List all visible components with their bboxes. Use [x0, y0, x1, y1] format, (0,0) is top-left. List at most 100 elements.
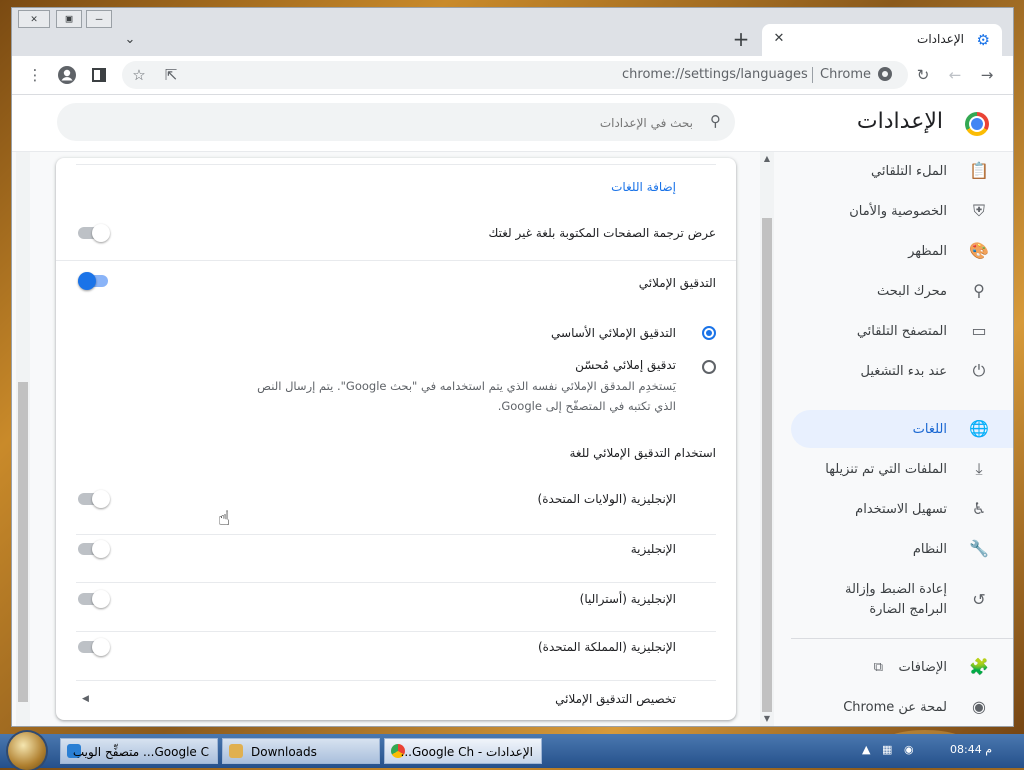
menu-button[interactable]: ⋮: [24, 64, 46, 86]
left-scrollbar[interactable]: [16, 152, 30, 726]
taskbar-item-settings[interactable]: الإعدادات - Google Ch...: [384, 738, 542, 764]
sidebar-item-accessibility[interactable]: ♿ تسهيل الاستخدام: [791, 490, 1013, 528]
content-scrollbar[interactable]: ▲ ▼: [760, 152, 774, 726]
sidebar-item-downloads[interactable]: ⤓ الملفات التي تم تنزيلها: [791, 450, 1013, 488]
spell-check-toggle[interactable]: [78, 272, 110, 290]
customize-spell-check-row[interactable]: تخصيص التدقيق الإملائي ◀: [56, 686, 736, 720]
profile-button[interactable]: [56, 64, 78, 86]
scrollbar-thumb[interactable]: [762, 218, 772, 712]
search-input[interactable]: [91, 112, 695, 134]
browser-toolbar: ⋮ ☆ ⇱ chrome://settings/languages Chrome…: [12, 56, 1013, 95]
sidebar-item-label: عند بدء التشغيل: [860, 363, 947, 379]
taskbar: Google C... متصفِّح الويب Downloads الإع…: [0, 732, 1024, 770]
spell-language-toggle[interactable]: [78, 590, 110, 608]
chrome-icon: [878, 67, 892, 81]
spell-check-languages-heading: استخدام التدقيق الإملائي للغة: [569, 446, 717, 460]
power-icon: ⏻: [972, 361, 986, 380]
spell-language-row[interactable]: الإنجليزية (أستراليا): [56, 584, 736, 632]
sidebar-item-system[interactable]: 🔧 النظام: [791, 530, 1013, 568]
close-window-button[interactable]: ✕: [18, 10, 50, 28]
divider: [76, 582, 716, 583]
maximize-window-button[interactable]: ▣: [56, 10, 82, 28]
network-icon[interactable]: ▦: [882, 743, 892, 756]
new-tab-button[interactable]: +: [730, 29, 752, 51]
task-label: Google C... متصفِّح الويب: [72, 745, 209, 759]
scrollbar-thumb[interactable]: [18, 382, 28, 702]
side-panel-button[interactable]: [88, 64, 110, 86]
tab-settings[interactable]: ⚙ الإعدادات ✕: [762, 24, 1002, 56]
sidebar-item-label: الملء التلقائي: [871, 163, 947, 179]
minimize-window-button[interactable]: —: [86, 10, 112, 28]
restore-icon: ↺: [972, 590, 986, 609]
spell-check-row[interactable]: التدقيق الإملائي: [56, 270, 736, 310]
scroll-up-arrow[interactable]: ▲: [762, 154, 772, 163]
spell-check-label: التدقيق الإملائي: [638, 276, 716, 290]
spell-language-row[interactable]: الإنجليزية: [56, 536, 736, 584]
spell-language-toggle[interactable]: [78, 540, 110, 558]
chrome-icon: ◉: [972, 697, 986, 716]
taskbar-item-browser[interactable]: Google C... متصفِّح الويب: [60, 738, 218, 764]
browser-window: ✕ ▣ — ⌄ + ⚙ الإعدادات ✕ ⋮ ☆ ⇱ chrome://s…: [12, 8, 1013, 726]
sidebar-item-appearance[interactable]: 🎨 المظهر: [791, 232, 1013, 270]
search-icon: ⚲: [710, 112, 721, 130]
enhanced-spell-check-option[interactable]: تدقيق إملائي مُحسّن يَستخدِم المدقق الإم…: [56, 356, 736, 420]
sidebar-item-extensions[interactable]: 🧩 الإضافات ⧉: [791, 648, 1013, 686]
settings-sidebar: 📋 الملء التلقائي ⛨ الخصوصية والأمان 🎨 ال…: [778, 152, 1013, 726]
sidebar-item-autofill[interactable]: 📋 الملء التلقائي: [791, 152, 1013, 190]
enhanced-spell-check-radio[interactable]: [702, 360, 716, 374]
volume-icon[interactable]: ◉: [904, 743, 914, 756]
open-in-new-icon: ⧉: [873, 659, 883, 675]
divider: [76, 164, 716, 165]
omnibox[interactable]: ☆ ⇱ chrome://settings/languages Chrome: [122, 61, 908, 89]
sidebar-item-label: المتصفح التلقائي: [856, 323, 947, 339]
sidebar-item-about-chrome[interactable]: ◉ لمحة عن Chrome: [791, 688, 1013, 726]
divider: [76, 631, 716, 632]
sidebar-item-on-startup[interactable]: ⏻ عند بدء التشغيل: [791, 352, 1013, 390]
sidebar-item-search-engine[interactable]: ⚲ محرك البحث: [791, 272, 1013, 310]
spell-language-label: الإنجليزية (أستراليا): [579, 592, 676, 606]
add-languages-link[interactable]: إضافة اللغات: [611, 180, 676, 194]
palette-icon: 🎨: [969, 241, 989, 260]
download-icon: ⤓: [975, 459, 983, 478]
basic-spell-check-radio[interactable]: [702, 326, 716, 340]
spell-language-toggle[interactable]: [78, 638, 110, 656]
sidebar-item-label: لمحة عن Chrome: [843, 699, 947, 715]
enhanced-spell-check-label: تدقيق إملائي مُحسّن: [575, 358, 676, 372]
share-button[interactable]: ⇱: [160, 64, 182, 86]
offer-translate-label: عرض ترجمة الصفحات المكتوبة بلغة غير لغتك: [488, 226, 716, 240]
tab-close-button[interactable]: ✕: [770, 30, 788, 48]
page-title: الإعدادات: [856, 109, 943, 134]
spell-language-row[interactable]: الإنجليزية (الولايات المتحدة): [56, 486, 736, 534]
sidebar-item-privacy[interactable]: ⛨ الخصوصية والأمان: [791, 192, 1013, 230]
clock[interactable]: 08:44 م: [950, 743, 992, 756]
sidebar-item-default-browser[interactable]: ▭ المتصفح التلقائي: [791, 312, 1013, 350]
basic-spell-check-option[interactable]: التدقيق الإملائي الأساسي: [56, 322, 736, 352]
offer-translate-row[interactable]: عرض ترجمة الصفحات المكتوبة بلغة غير لغتك: [56, 220, 736, 260]
reload-button[interactable]: ↻: [912, 64, 934, 86]
mouse-cursor-icon: ☝: [218, 506, 231, 530]
start-button[interactable]: [8, 732, 46, 770]
tab-search-button[interactable]: ⌄: [120, 30, 140, 50]
bookmark-star-button[interactable]: ☆: [128, 64, 150, 86]
shield-icon: ⛨: [972, 201, 985, 220]
tab-title: الإعدادات: [917, 32, 964, 46]
sidebar-item-label: المظهر: [908, 243, 947, 259]
enhanced-spell-check-description: يَستخدِم المدقق الإملائي نفسه الذي يتم ا…: [257, 379, 676, 413]
browser-icon: ▭: [971, 321, 987, 340]
spell-language-toggle[interactable]: [78, 490, 110, 508]
spell-language-row[interactable]: الإنجليزية (المملكة المتحدة): [56, 634, 736, 682]
sidebar-item-languages[interactable]: 🌐 اللغات: [791, 410, 1013, 448]
sidebar-item-reset[interactable]: ↺ إعادة الضبط وإزالة البرامج الضارة: [791, 572, 1013, 628]
sidebar-item-label: محرك البحث: [876, 283, 947, 299]
chevron-up-icon[interactable]: ▲: [862, 743, 870, 756]
back-button[interactable]: →: [976, 64, 998, 86]
offer-translate-toggle[interactable]: [78, 224, 110, 242]
system-tray: ▲ ▦ ◉ 08:44 م: [858, 734, 1024, 768]
forward-button[interactable]: ←: [944, 64, 966, 86]
scroll-down-arrow[interactable]: ▼: [762, 714, 772, 723]
divider: [76, 534, 716, 535]
taskbar-item-downloads[interactable]: Downloads: [222, 738, 380, 764]
sidebar-item-label: الإضافات: [898, 659, 947, 675]
settings-search[interactable]: ⚲: [57, 103, 735, 141]
tab-strip: ✕ ▣ — ⌄ + ⚙ الإعدادات ✕: [12, 8, 1013, 56]
